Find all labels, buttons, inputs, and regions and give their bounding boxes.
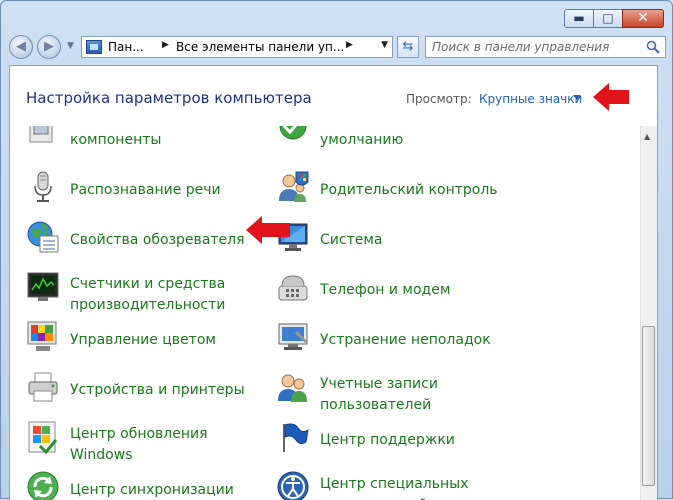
- item-troubleshooting[interactable]: Устранение неполадок: [276, 320, 536, 360]
- navigation-bar: ◀ ▶ ▼ Пан... ▶ Все элементы панели уп...…: [9, 35, 666, 59]
- default-programs-icon: [279, 126, 307, 140]
- item-label: компоненты: [70, 132, 162, 148]
- annotation-arrow-view: [593, 83, 629, 111]
- close-button[interactable]: ✕: [622, 9, 664, 28]
- minimize-icon: ▬: [573, 11, 585, 25]
- item-label: Центр поддержки: [320, 432, 455, 448]
- item-label: Управление цветом: [70, 332, 216, 348]
- breadcrumb-separator-icon[interactable]: ▶: [346, 40, 353, 50]
- scrollbar-thumb[interactable]: [642, 326, 655, 486]
- item-color-management[interactable]: Управление цветом: [26, 320, 256, 360]
- item-system[interactable]: Система: [276, 220, 536, 260]
- view-by-label: Просмотр:: [406, 92, 472, 106]
- title-bar[interactable]: ▬ □ ✕: [1, 1, 672, 31]
- breadcrumb-separator-icon[interactable]: ▶: [162, 40, 169, 50]
- address-bar[interactable]: Пан... ▶ Все элементы панели уп... ▶ ▼: [81, 36, 393, 58]
- item-devices-printers[interactable]: Устройства и принтеры: [26, 370, 256, 410]
- item-performance[interactable]: Счетчики и средства производительности: [26, 270, 256, 313]
- forward-arrow-icon: ▶: [44, 39, 54, 54]
- maximize-button[interactable]: □: [593, 9, 623, 28]
- item-label: Распознавание речи: [70, 182, 221, 198]
- item-windows-update[interactable]: Центр обновления Windows: [26, 420, 256, 463]
- recent-pages-dropdown[interactable]: ▼: [67, 41, 74, 51]
- breadcrumb-control-panel[interactable]: Пан...: [108, 40, 144, 54]
- view-by-dropdown[interactable]: Крупные значки: [479, 92, 582, 106]
- windows-update-icon: [28, 421, 58, 454]
- user-accounts-icon: [278, 374, 307, 402]
- address-dropdown-icon[interactable]: ▼: [381, 40, 388, 50]
- item-speech-recognition[interactable]: Распознавание речи: [26, 170, 256, 210]
- control-panel-items: компоненты Распознавание речи Свойства о…: [10, 126, 641, 500]
- search-input[interactable]: [432, 39, 637, 55]
- search-icon[interactable]: [646, 40, 660, 54]
- back-button[interactable]: ◀: [9, 35, 33, 59]
- item-label: Центр синхронизации: [70, 482, 234, 498]
- vertical-scrollbar[interactable]: ▲: [640, 126, 657, 500]
- item-label: Система: [320, 232, 383, 248]
- breadcrumb-all-items[interactable]: Все элементы панели уп...: [176, 40, 344, 54]
- item-programs-features[interactable]: компоненты: [26, 126, 256, 160]
- printer-icon: [28, 372, 58, 402]
- troubleshooting-icon: [278, 323, 308, 350]
- phone-modem-icon: [278, 275, 308, 301]
- refresh-icon: ⇆: [402, 39, 414, 54]
- action-center-icon: [283, 423, 309, 452]
- refresh-button[interactable]: ⇆: [397, 36, 419, 58]
- item-label: Свойства обозревателя: [70, 232, 245, 248]
- annotation-arrow-internet-options: [246, 216, 290, 244]
- content-header: Настройка параметров компьютера Просмотр…: [10, 66, 657, 126]
- ease-of-access-icon: [277, 471, 309, 500]
- parental-controls-icon: [279, 171, 309, 202]
- item-label: Устройства и принтеры: [70, 382, 245, 398]
- item-label: Родительский контроль: [320, 182, 498, 198]
- item-ease-of-access[interactable]: Центр специальных возможностей: [276, 470, 536, 500]
- item-default-programs[interactable]: умолчанию: [276, 126, 536, 160]
- item-sync-center[interactable]: Центр синхронизации: [26, 470, 256, 500]
- scroll-up-icon[interactable]: ▲: [644, 132, 650, 141]
- item-label: Счетчики и средства производительности: [70, 276, 226, 313]
- content-pane: Настройка параметров компьютера Просмотр…: [9, 65, 658, 500]
- internet-options-icon: [27, 221, 59, 253]
- search-box[interactable]: [425, 36, 666, 58]
- control-panel-icon: [86, 40, 102, 54]
- microphone-icon: [34, 171, 52, 202]
- item-internet-options[interactable]: Свойства обозревателя: [26, 220, 256, 260]
- item-label: Центр специальных возможностей: [320, 476, 469, 500]
- item-label: Телефон и модем: [320, 282, 451, 298]
- item-label: умолчанию: [320, 132, 404, 148]
- view-dropdown-caret-icon[interactable]: [573, 95, 581, 100]
- item-phone-modem[interactable]: Телефон и модем: [276, 270, 536, 310]
- item-label: Учетные записи пользователей: [320, 376, 438, 413]
- programs-features-icon: [29, 126, 53, 143]
- page-title: Настройка параметров компьютера: [26, 89, 312, 107]
- close-icon: ✕: [637, 10, 649, 26]
- sync-center-icon: [27, 471, 59, 500]
- item-parental-controls[interactable]: Родительский контроль: [276, 170, 536, 210]
- item-label: Устранение неполадок: [320, 332, 491, 348]
- back-arrow-icon: ◀: [16, 39, 26, 54]
- performance-icon: [27, 272, 59, 301]
- item-user-accounts[interactable]: Учетные записи пользователей: [276, 370, 536, 413]
- maximize-icon: □: [602, 11, 614, 25]
- control-panel-window: ▬ □ ✕ ◀ ▶ ▼ Пан... ▶ Все элементы панели…: [0, 0, 673, 500]
- color-management-icon: [27, 321, 57, 351]
- window-controls: ▬ □ ✕: [564, 9, 664, 28]
- forward-button[interactable]: ▶: [37, 35, 61, 59]
- item-label: Центр обновления Windows: [70, 426, 208, 463]
- minimize-button[interactable]: ▬: [564, 9, 594, 28]
- item-action-center[interactable]: Центр поддержки: [276, 420, 536, 460]
